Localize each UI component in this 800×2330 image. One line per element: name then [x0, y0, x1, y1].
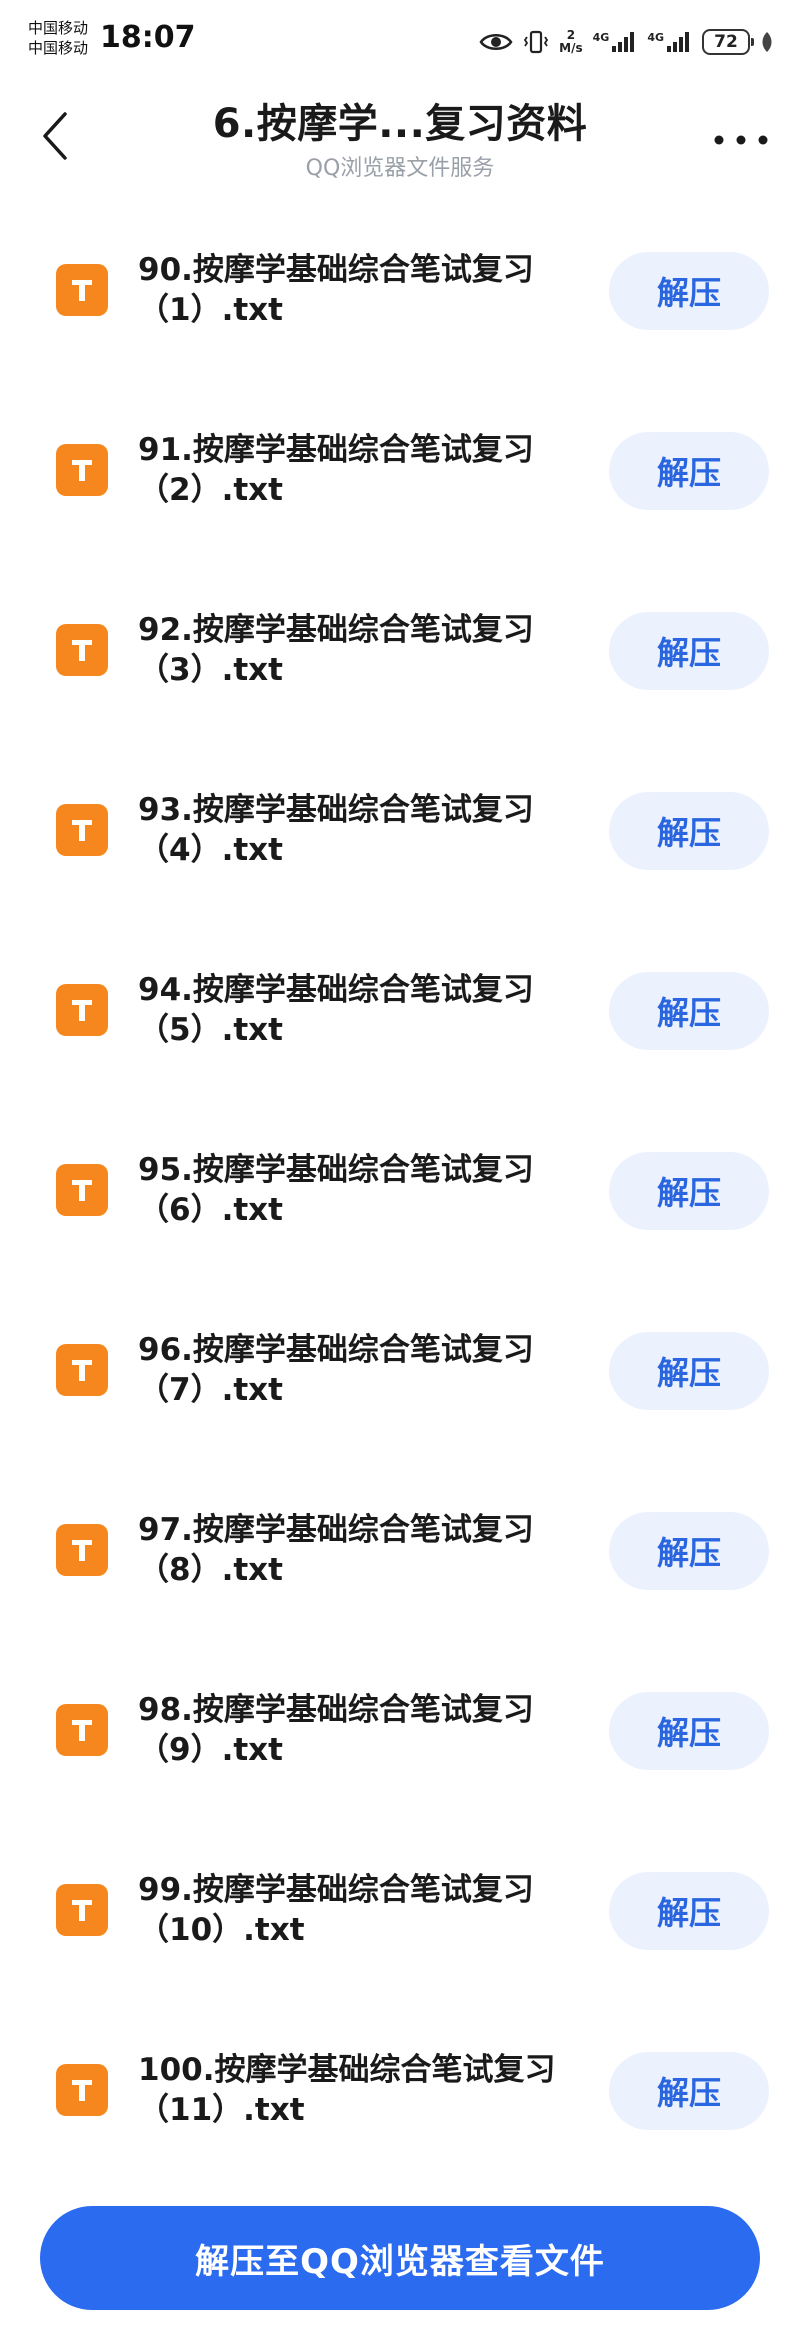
file-name: 98.按摩学基础综合笔试复习（9）.txt — [138, 1692, 534, 1768]
unzip-button[interactable]: 解压 — [609, 2052, 769, 2130]
network-speed: 2 M/s — [559, 29, 582, 55]
text-file-icon — [56, 984, 108, 1036]
file-name: 99.按摩学基础综合笔试复习（10）.txt — [138, 1872, 534, 1948]
unzip-button[interactable]: 解压 — [609, 792, 769, 870]
battery-icon: 72 — [702, 29, 754, 55]
title-block: 6.按摩学...复习资料 QQ浏览器文件服务 — [140, 98, 660, 184]
file-list-item[interactable]: 94.按摩学基础综合笔试复习（5）.txt 解压 — [0, 958, 800, 1138]
more-horizontal-icon — [714, 135, 768, 145]
status-icons: 2 M/s 4G 4G 72 — [479, 22, 774, 62]
file-name: 94.按摩学基础综合笔试复习（5）.txt — [138, 972, 534, 1048]
file-list-item[interactable]: 90.按摩学基础综合笔试复习（1）.txt 解压 — [0, 238, 800, 418]
file-list-item[interactable]: 93.按摩学基础综合笔试复习（4）.txt 解压 — [0, 778, 800, 958]
status-bar: 中国移动 中国移动 18:07 2 M/s 4G 4G 72 — [0, 0, 800, 84]
text-file-icon — [56, 1344, 108, 1396]
file-name: 90.按摩学基础综合笔试复习（1）.txt — [138, 252, 534, 328]
file-list-item[interactable]: 97.按摩学基础综合笔试复习（8）.txt 解压 — [0, 1498, 800, 1678]
file-name: 96.按摩学基础综合笔试复习（7）.txt — [138, 1332, 534, 1408]
signal-1: 4G — [593, 31, 638, 53]
text-file-icon — [56, 264, 108, 316]
nav-header: 6.按摩学...复习资料 QQ浏览器文件服务 — [0, 84, 800, 194]
text-file-icon — [56, 624, 108, 676]
more-button[interactable] — [706, 120, 776, 160]
eye-icon — [479, 31, 513, 53]
file-list: 90.按摩学基础综合笔试复习（1）.txt 解压 91.按摩学基础综合笔试复习（… — [0, 238, 800, 2218]
file-name: 95.按摩学基础综合笔试复习（6）.txt — [138, 1152, 534, 1228]
unzip-button[interactable]: 解压 — [609, 1692, 769, 1770]
signal-bars-icon — [667, 32, 689, 52]
unzip-to-qq-browser-button[interactable]: 解压至QQ浏览器查看文件 — [40, 2206, 760, 2310]
file-name: 93.按摩学基础综合笔试复习（4）.txt — [138, 792, 534, 868]
leaf-icon — [760, 31, 774, 53]
vibrate-icon — [523, 29, 549, 55]
file-name: 91.按摩学基础综合笔试复习（2）.txt — [138, 432, 534, 508]
text-file-icon — [56, 2064, 108, 2116]
unzip-button[interactable]: 解压 — [609, 252, 769, 330]
file-list-item[interactable]: 91.按摩学基础综合笔试复习（2）.txt 解压 — [0, 418, 800, 598]
file-name: 97.按摩学基础综合笔试复习（8）.txt — [138, 1512, 534, 1588]
page: 中国移动 中国移动 18:07 2 M/s 4G 4G 72 6.按摩学...复… — [0, 0, 800, 2330]
file-list-item[interactable]: 95.按摩学基础综合笔试复习（6）.txt 解压 — [0, 1138, 800, 1318]
chevron-left-icon — [43, 112, 67, 160]
file-list-item[interactable]: 96.按摩学基础综合笔试复习（7）.txt 解压 — [0, 1318, 800, 1498]
page-title: 6.按摩学...复习资料 — [212, 101, 588, 147]
carrier-info: 中国移动 中国移动 — [28, 18, 88, 58]
text-file-icon — [56, 444, 108, 496]
file-list-item[interactable]: 98.按摩学基础综合笔试复习（9）.txt 解压 — [0, 1678, 800, 1858]
page-subtitle: QQ浏览器文件服务 — [305, 156, 495, 181]
file-list-item[interactable]: 92.按摩学基础综合笔试复习（3）.txt 解压 — [0, 598, 800, 778]
battery-level: 72 — [714, 32, 738, 52]
carrier-2: 中国移动 — [28, 39, 89, 57]
back-button[interactable] — [30, 106, 80, 166]
unzip-button[interactable]: 解压 — [609, 432, 769, 510]
file-list-item[interactable]: 99.按摩学基础综合笔试复习（10）.txt 解压 — [0, 1858, 800, 2038]
network-speed-value: 2 — [566, 28, 576, 42]
file-list-item[interactable]: 100.按摩学基础综合笔试复习（11）.txt 解压 — [0, 2038, 800, 2218]
signal-2-label: 4G — [647, 31, 664, 44]
unzip-button[interactable]: 解压 — [609, 1872, 769, 1950]
text-file-icon — [56, 1704, 108, 1756]
unzip-button[interactable]: 解压 — [609, 1332, 769, 1410]
text-file-icon — [56, 1164, 108, 1216]
file-name: 92.按摩学基础综合笔试复习（3）.txt — [138, 612, 534, 688]
status-time: 18:07 — [100, 20, 196, 55]
signal-bars-icon — [612, 32, 635, 52]
text-file-icon — [56, 1884, 108, 1936]
text-file-icon — [56, 1524, 108, 1576]
network-speed-unit: M/s — [559, 41, 583, 55]
signal-2: 4G — [647, 31, 692, 53]
file-name: 100.按摩学基础综合笔试复习（11）.txt — [138, 2052, 556, 2128]
unzip-button[interactable]: 解压 — [609, 612, 769, 690]
unzip-button[interactable]: 解压 — [609, 972, 769, 1050]
text-file-icon — [56, 804, 108, 856]
unzip-button[interactable]: 解压 — [609, 1152, 769, 1230]
unzip-button[interactable]: 解压 — [609, 1512, 769, 1590]
signal-1-label: 4G — [592, 31, 610, 44]
carrier-1: 中国移动 — [28, 19, 89, 37]
